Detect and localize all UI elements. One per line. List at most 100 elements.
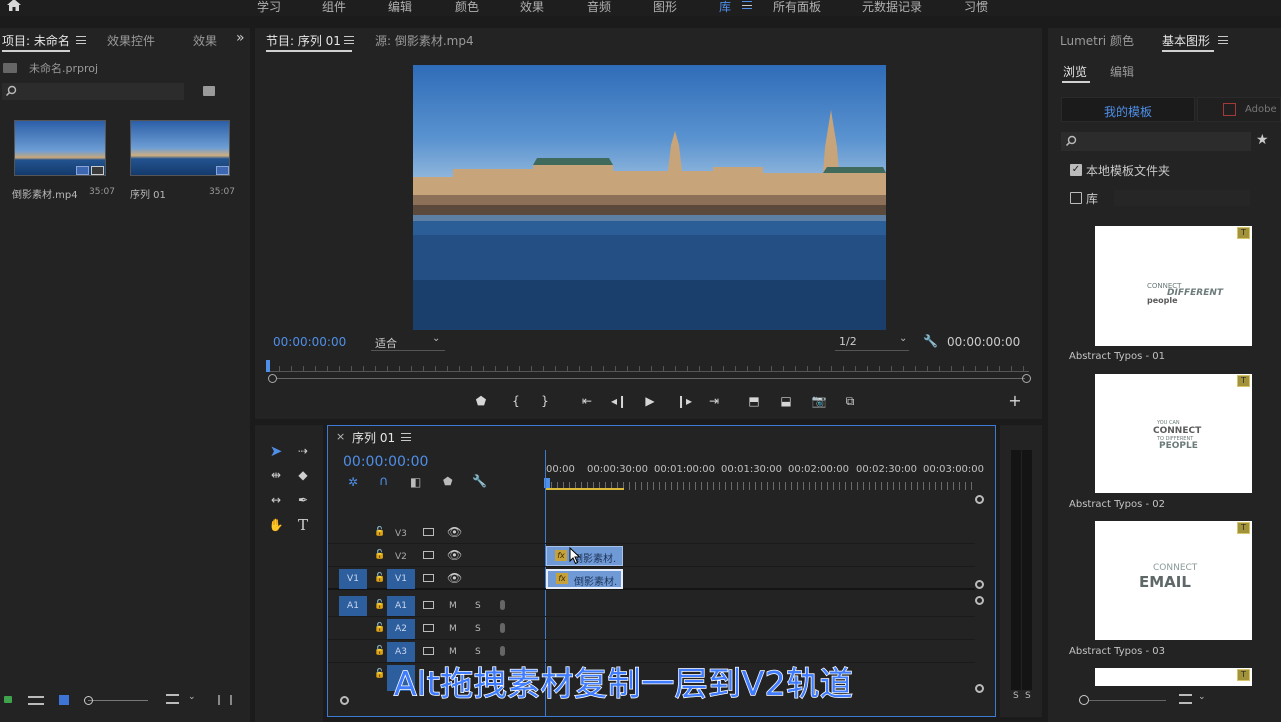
sort-dropdown-icon[interactable]: ⌄ — [188, 692, 196, 702]
meter-solo-right[interactable]: S — [1025, 691, 1031, 701]
work-area-bar[interactable] — [545, 488, 624, 490]
zoom-handle-bottom[interactable] — [975, 684, 984, 693]
source-patch-a1[interactable]: A1 — [339, 596, 367, 616]
ripple-edit-tool-icon[interactable]: ⇹ — [265, 465, 287, 485]
linked-selection-icon[interactable]: ◧ — [410, 475, 421, 489]
lock-icon[interactable]: 🔓 — [374, 527, 385, 537]
resolution-dropdown[interactable]: 1/2 — [839, 335, 857, 348]
mark-out-icon[interactable]: } — [540, 394, 550, 408]
tab-project[interactable]: 项目: 未命名 — [2, 32, 70, 49]
step-back-icon[interactable]: ◂❙ — [611, 394, 627, 408]
workspace-editing[interactable]: 编辑 — [388, 0, 412, 15]
workspace-learning[interactable]: 学习 — [257, 0, 281, 15]
meter-solo-left[interactable]: S — [1013, 691, 1019, 701]
voice-over-mic-icon[interactable] — [500, 623, 505, 633]
track-target-a1[interactable]: A1 — [387, 596, 415, 616]
tab-program[interactable]: 节目: 序列 01 — [266, 32, 341, 49]
workspace-graphics[interactable]: 图形 — [653, 0, 677, 15]
fit-dropdown[interactable]: 适合 — [375, 335, 397, 351]
local-folder-checkbox[interactable]: ✓ — [1070, 164, 1082, 176]
resolution-chevron-icon[interactable]: ⌄ — [899, 333, 907, 344]
hand-tool-icon[interactable]: ✋ — [265, 515, 287, 535]
playhead-marker[interactable] — [266, 360, 270, 372]
mute-button[interactable]: M — [449, 647, 457, 657]
solo-button[interactable]: S — [475, 624, 481, 634]
workspace-custom[interactable]: 习惯 — [964, 0, 988, 15]
sync-lock-icon[interactable] — [423, 528, 434, 536]
program-timecode[interactable]: 00:00:00:00 — [273, 335, 346, 349]
zoom-handle-mid[interactable] — [975, 580, 984, 589]
wrench-icon[interactable]: 🔧 — [923, 334, 938, 348]
track-target-a3[interactable]: A3 — [387, 642, 415, 662]
lock-icon[interactable]: 🔓 — [374, 550, 385, 560]
lock-icon[interactable]: 🔓 — [374, 573, 385, 583]
workspace-metadata[interactable]: 元数据记录 — [862, 0, 922, 15]
extract-icon[interactable]: ⬓ — [777, 394, 795, 408]
tab-source[interactable]: 源: 倒影素材.mp4 — [375, 32, 474, 49]
zoom-handle-top[interactable] — [975, 495, 984, 504]
sync-lock-icon[interactable] — [423, 574, 434, 582]
zoom-handle-mid-2[interactable] — [975, 596, 984, 605]
zoom-slider-handle[interactable] — [84, 696, 93, 705]
comparison-view-icon[interactable]: ⧉ — [841, 394, 859, 408]
track-select-tool-icon[interactable]: ⇢ — [292, 441, 314, 461]
search-input[interactable] — [2, 83, 184, 100]
track-target-v1[interactable]: V1 — [387, 569, 415, 589]
template-thumbnail[interactable]: YOU CAN CONNECT TO DIFFERENT PEOPLE — [1095, 374, 1252, 493]
button-editor-plus-icon[interactable]: + — [1008, 393, 1022, 409]
icon-view-icon[interactable] — [59, 695, 69, 705]
favorite-star-icon[interactable]: ★ — [1256, 132, 1269, 148]
subtab-browse[interactable]: 浏览 — [1063, 63, 1087, 80]
selection-tool-icon[interactable]: ➤ — [265, 441, 287, 461]
track-label-v2[interactable]: V2 — [395, 552, 407, 562]
eye-icon[interactable]: 👁 — [447, 525, 462, 539]
tab-sequence[interactable]: 序列 01 — [352, 429, 395, 446]
workspace-effects[interactable]: 效果 — [520, 0, 544, 15]
workspace-assembly[interactable]: 组件 — [322, 0, 346, 15]
workspace-all-panels[interactable]: 所有面板 — [773, 0, 821, 15]
go-to-in-icon[interactable]: ⇤ — [579, 394, 595, 408]
mark-in-icon[interactable]: { — [511, 394, 521, 408]
eye-icon[interactable]: 👁 — [447, 548, 462, 562]
program-scrub-ruler[interactable] — [267, 358, 1029, 372]
solo-button[interactable]: S — [475, 601, 481, 611]
close-tab-icon[interactable]: × — [336, 430, 345, 443]
lock-icon[interactable] — [4, 696, 12, 703]
tab-lumetri-color[interactable]: Lumetri 颜色 — [1060, 32, 1134, 49]
sync-lock-icon[interactable] — [423, 551, 434, 559]
timeline-settings-icon[interactable]: 🔧 — [472, 474, 487, 488]
library-checkbox[interactable] — [1070, 192, 1082, 204]
workspace-audio[interactable]: 音频 — [587, 0, 611, 15]
horizontal-scrollbar-handle[interactable] — [340, 696, 349, 705]
tab-effects[interactable]: 效果 — [193, 32, 217, 49]
export-frame-icon[interactable]: 📷 — [811, 394, 827, 408]
lift-icon[interactable]: ⬒ — [745, 394, 763, 408]
step-forward-icon[interactable]: ❙▸ — [676, 394, 692, 408]
timeline-menu-icon[interactable] — [401, 433, 411, 441]
lock-icon[interactable]: 🔓 — [374, 646, 385, 656]
source-patch-v1[interactable]: V1 — [339, 569, 367, 589]
thumbnail-size-slider[interactable] — [1089, 700, 1166, 701]
sync-lock-icon[interactable] — [423, 647, 434, 655]
sort-icon[interactable] — [1179, 694, 1192, 704]
workspace-libraries[interactable]: 库 — [719, 0, 731, 15]
automate-icon[interactable] — [218, 695, 232, 705]
lock-icon[interactable]: 🔓 — [374, 600, 385, 610]
template-thumbnail[interactable]: CONNECT EMAIL — [1095, 521, 1252, 640]
sort-dropdown-icon[interactable]: ⌄ — [1198, 692, 1206, 702]
template-search-input[interactable] — [1061, 132, 1251, 151]
pen-tool-icon[interactable]: ✒ — [292, 490, 314, 510]
thumbnail-size-slider-handle[interactable] — [1079, 695, 1089, 705]
track-label-v3[interactable]: V3 — [395, 529, 407, 539]
solo-button[interactable]: S — [475, 647, 481, 657]
project-item-clip[interactable] — [14, 120, 106, 176]
list-view-icon[interactable] — [28, 696, 44, 705]
fit-dropdown-chevron-icon[interactable]: ⌄ — [432, 333, 440, 344]
play-icon[interactable]: ▶ — [643, 394, 657, 408]
subtab-edit[interactable]: 编辑 — [1110, 63, 1134, 80]
slip-tool-icon[interactable]: ↔ — [265, 490, 287, 510]
zoom-bar-right-handle[interactable] — [1022, 374, 1031, 383]
workspace-color[interactable]: 颜色 — [455, 0, 479, 15]
sync-lock-icon[interactable] — [423, 601, 434, 609]
template-thumbnail[interactable]: CONNECT DIFFERENT people — [1095, 226, 1252, 346]
